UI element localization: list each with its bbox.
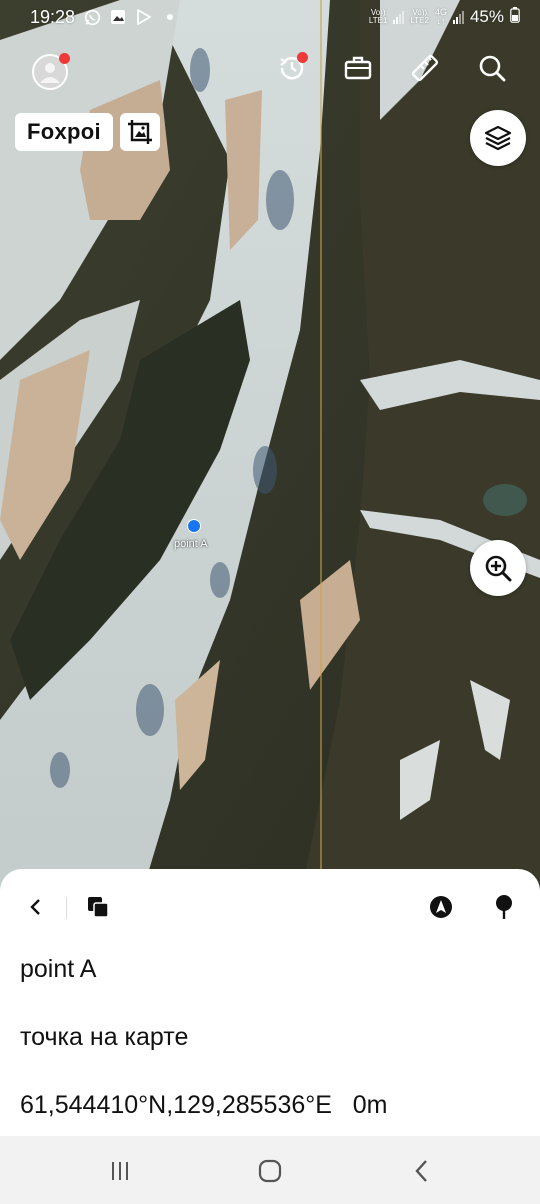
sim2-indicator: Vo)) LTE2 <box>410 8 429 25</box>
zoom-in-button[interactable] <box>470 540 526 596</box>
sim1-indicator: Vo)) LTE1 <box>368 8 388 25</box>
image-overlay-button[interactable] <box>120 113 160 151</box>
network-type: 4G ↓↑ <box>434 7 447 26</box>
brand-logo: Foxpoi <box>15 113 113 151</box>
back-nav-button[interactable] <box>405 1154 439 1188</box>
home-icon <box>258 1159 282 1183</box>
status-bar: 19:28 Vo)) LTE1 Vo)) LTE2 4G ↓↑ 45% <box>0 0 540 34</box>
back-chevron-icon <box>415 1160 427 1182</box>
layers-button[interactable] <box>470 110 526 166</box>
copy-icon <box>88 897 109 918</box>
play-store-icon <box>135 8 153 26</box>
back-button[interactable] <box>18 889 54 925</box>
layers-icon <box>484 125 512 151</box>
avatar-notification-dot <box>59 53 70 64</box>
navigate-button[interactable] <box>423 889 459 925</box>
battery-percent: 45% <box>469 7 504 26</box>
map-point-marker[interactable] <box>187 519 201 533</box>
history-notification-dot <box>297 52 308 63</box>
copy-button[interactable] <box>80 889 116 925</box>
point-coordinates[interactable]: 61,544410°N,129,285536°E 0m <box>20 1091 388 1120</box>
home-button[interactable] <box>253 1154 287 1188</box>
point-title: point A <box>20 955 97 983</box>
dot-icon <box>161 8 179 26</box>
map-pin-icon <box>496 895 512 919</box>
sheet-toolbar <box>0 889 540 925</box>
recent-apps-button[interactable] <box>103 1154 137 1188</box>
pin-button[interactable] <box>486 889 522 925</box>
status-time: 19:28 <box>30 6 76 27</box>
navigation-arrow-icon <box>430 896 452 918</box>
briefcase-icon <box>344 56 372 80</box>
profile-avatar[interactable] <box>32 53 70 90</box>
sim2-signal-icon <box>452 10 464 24</box>
ruler-button[interactable] <box>407 50 443 86</box>
point-description: точка на карте <box>20 1023 189 1051</box>
history-button[interactable] <box>274 50 310 86</box>
chevron-left-icon <box>30 899 40 915</box>
briefcase-button[interactable] <box>340 50 376 86</box>
whatsapp-icon <box>83 8 101 26</box>
battery-icon <box>510 6 520 28</box>
ruler-icon <box>411 54 439 82</box>
map-point-label: point A <box>174 538 208 550</box>
toolbar-divider <box>66 897 67 919</box>
image-crop-icon <box>128 120 152 144</box>
sim1-signal-icon <box>393 10 405 24</box>
point-details-sheet: point A точка на карте 61,544410°N,129,2… <box>0 869 540 1139</box>
system-navigation-bar <box>0 1136 540 1204</box>
recent-apps-icon <box>112 1162 128 1180</box>
search-icon <box>479 55 506 82</box>
gallery-icon <box>109 8 127 26</box>
search-button[interactable] <box>474 50 510 86</box>
zoom-in-icon <box>485 555 512 582</box>
